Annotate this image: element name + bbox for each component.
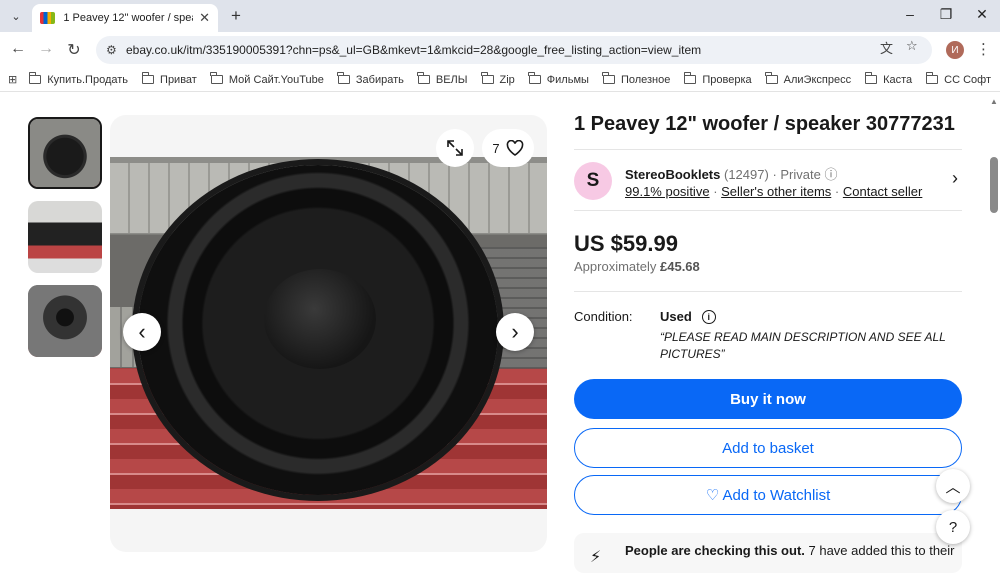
bookmark-folder[interactable]: Проверка xyxy=(683,72,752,86)
apps-grid-icon[interactable]: ⊞ xyxy=(8,73,17,86)
bookmark-star-icon[interactable]: ☆ xyxy=(906,38,918,54)
activity-notice: ⚡ People are checking this out. 7 have a… xyxy=(574,533,962,573)
seller-info: StereoBooklets (12497) · Private ⓘ xyxy=(625,167,838,182)
seller-other-items-link[interactable]: Seller's other items xyxy=(721,184,831,199)
translate-icon[interactable]: 文 xyxy=(880,38,893,57)
bookmark-folder[interactable]: Забирать xyxy=(337,72,404,86)
folder-icon xyxy=(528,72,541,84)
forward-icon[interactable]: → xyxy=(36,40,56,58)
folder-icon xyxy=(417,72,430,84)
seller-avatar: S xyxy=(574,162,612,200)
speaker-side-thumbnail-image xyxy=(28,201,102,273)
info-icon[interactable]: ⓘ xyxy=(824,167,837,182)
bookmark-folder[interactable]: Каста xyxy=(864,72,912,86)
woofer-dustcap xyxy=(264,269,376,369)
close-window-icon[interactable]: ✕ xyxy=(972,6,992,23)
ebay-favicon-icon xyxy=(40,12,56,24)
add-to-watchlist-button[interactable]: ♡ Add to Watchlist xyxy=(574,475,962,515)
tab-strip: ⌄ 1 Peavey 12" woofer / speaker 3 ✕ + – … xyxy=(0,0,1000,32)
chevron-left-icon: ‹ xyxy=(138,319,146,344)
speaker-photo xyxy=(110,157,547,509)
condition-info-icon[interactable]: i xyxy=(701,309,716,324)
reload-icon[interactable]: ↻ xyxy=(64,40,84,60)
minimize-icon[interactable]: – xyxy=(900,6,920,22)
previous-image-button[interactable]: ‹ xyxy=(123,313,161,351)
heart-icon xyxy=(506,140,523,156)
main-image-gallery[interactable]: 7 ‹ › xyxy=(110,115,547,552)
bookmark-folder[interactable]: АлиЭкспресс xyxy=(765,72,851,86)
address-bar[interactable]: ⚙ ebay.co.uk/itm/335190005391?chn=ps&_ul… xyxy=(96,36,932,64)
folder-icon xyxy=(925,72,939,84)
scrollbar-up-arrow-icon[interactable]: ▲ xyxy=(990,97,998,106)
tab-title: 1 Peavey 12" woofer / speaker 3 xyxy=(63,12,193,24)
folder-icon xyxy=(28,72,42,84)
contact-seller-link[interactable]: Contact seller xyxy=(843,184,922,199)
restore-icon[interactable]: ❐ xyxy=(936,6,956,23)
folder-icon xyxy=(141,72,155,84)
site-info-icon[interactable]: ⚙ xyxy=(106,43,126,57)
browser-toolbar: ← → ↻ ⚙ ebay.co.uk/itm/335190005391?chn=… xyxy=(0,32,1000,68)
approx-price: Approximately £45.68 xyxy=(574,259,700,274)
url-text[interactable]: ebay.co.uk/itm/335190005391?chn=ps&_ul=G… xyxy=(126,43,846,57)
condition-description: “PLEASE READ MAIN DESCRIPTION AND SEE AL… xyxy=(660,330,946,361)
folder-icon xyxy=(765,72,778,84)
help-button[interactable]: ? xyxy=(936,510,970,544)
speaker-back-thumbnail-image xyxy=(28,285,102,357)
seller-card[interactable]: S StereoBooklets (12497) · Private ⓘ 99.… xyxy=(574,149,962,211)
browser-menu-icon[interactable]: ⋮ xyxy=(976,40,991,58)
listing-title: 1 Peavey 12" woofer / speaker 30777231 xyxy=(574,113,955,135)
bookmark-folder[interactable]: Приват xyxy=(141,72,197,86)
price: US $59.99 xyxy=(574,231,678,256)
activity-text: People are checking this out. 7 have add… xyxy=(625,543,955,558)
bookmark-folder[interactable]: Полезное xyxy=(602,72,670,86)
next-image-button[interactable]: › xyxy=(496,313,534,351)
question-icon: ? xyxy=(948,518,958,536)
listing-page: 7 ‹ › 1 Peavey 12" woofer / speaker 3077… xyxy=(0,93,1000,573)
page-scrollbar-thumb[interactable] xyxy=(990,157,998,213)
profile-avatar[interactable]: И xyxy=(946,41,964,59)
condition-label: Condition: xyxy=(574,309,633,324)
bookmark-folder[interactable]: CC Софт xyxy=(925,72,991,86)
thumbnail-1[interactable] xyxy=(28,117,102,189)
positive-feedback-link[interactable]: 99.1% positive xyxy=(625,184,710,199)
watch-count: 7 xyxy=(492,140,500,156)
close-tab-icon[interactable]: ✕ xyxy=(199,10,210,26)
folder-icon xyxy=(864,72,878,84)
browser-tab[interactable]: 1 Peavey 12" woofer / speaker 3 ✕ xyxy=(32,4,218,32)
woofer-cone xyxy=(138,165,498,495)
bookmark-folder[interactable]: Фильмы xyxy=(528,72,589,86)
thumbnail-3[interactable] xyxy=(28,285,102,357)
chevron-right-icon: › xyxy=(511,319,519,344)
bookmark-folder[interactable]: Мой Сайт.YouTube xyxy=(210,72,324,86)
seller-type: Private xyxy=(780,167,821,182)
back-icon[interactable]: ← xyxy=(8,40,28,58)
chevron-right-icon[interactable]: › xyxy=(952,168,958,189)
watch-count-button[interactable]: 7 xyxy=(482,129,534,167)
bookmark-folder[interactable]: Zip xyxy=(481,72,515,86)
bookmark-folder[interactable]: Купить.Продать xyxy=(28,72,128,86)
condition-value: Used i xyxy=(660,309,716,324)
seller-name[interactable]: StereoBooklets xyxy=(625,167,720,182)
approx-price-value: £45.68 xyxy=(660,259,700,274)
buy-it-now-button[interactable]: Buy it now xyxy=(574,379,962,419)
add-to-basket-button[interactable]: Add to basket xyxy=(574,428,962,468)
chevron-up-icon: ︿ xyxy=(945,478,961,496)
folder-icon xyxy=(481,72,494,84)
folder-icon xyxy=(210,72,223,84)
seller-links: 99.1% positive · Seller's other items · … xyxy=(625,184,923,199)
expand-icon[interactable] xyxy=(436,129,474,167)
tab-search-chevron-icon[interactable]: ⌄ xyxy=(6,6,26,26)
folder-icon xyxy=(602,72,615,84)
speaker-front-thumbnail-image xyxy=(30,119,100,187)
new-tab-icon[interactable]: + xyxy=(226,6,246,26)
bookmarks-bar: ⊞ Купить.Продать Приват Мой Сайт.YouTube… xyxy=(0,68,1000,92)
bookmark-folder[interactable]: ВЕЛЫ xyxy=(417,72,468,86)
divider xyxy=(574,291,962,292)
trending-icon: ⚡ xyxy=(590,549,602,566)
seller-feedback-count: (12497) xyxy=(724,167,769,182)
folder-icon xyxy=(683,72,697,84)
thumbnail-2[interactable] xyxy=(28,201,102,273)
folder-icon xyxy=(337,72,350,84)
scroll-to-top-button[interactable]: ︿ xyxy=(936,469,970,503)
